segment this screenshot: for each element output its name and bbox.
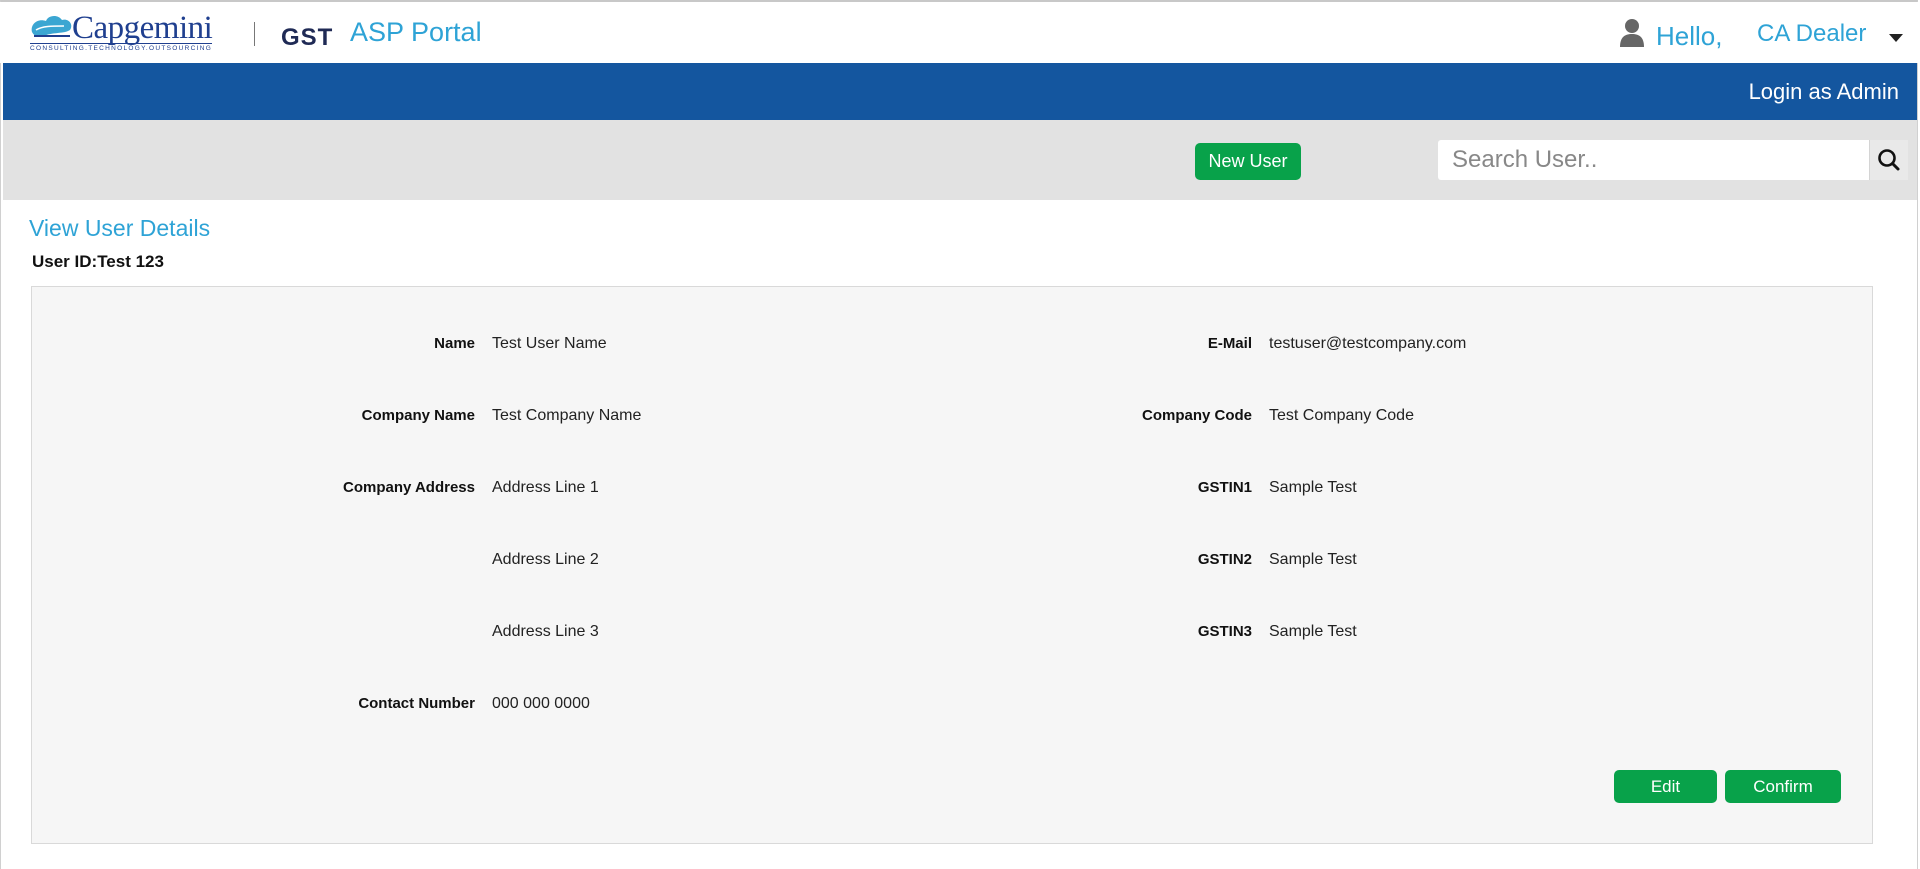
detail-label: GSTIN2	[1197, 551, 1252, 568]
detail-label: Name	[434, 335, 475, 352]
detail-label: E-Mail	[1207, 335, 1252, 352]
detail-value: 000 000 0000	[492, 695, 590, 712]
user-id: User ID:Test 123	[32, 252, 164, 272]
search-box	[1438, 140, 1908, 180]
greeting-text: Hello,	[1656, 21, 1723, 51]
page-title: View User Details	[29, 215, 211, 241]
detail-label: GSTIN3	[1197, 623, 1252, 640]
detail-label: Company Address	[343, 479, 475, 496]
search-icon	[1878, 149, 1900, 171]
detail-value: testuser@testcompany.com	[1269, 335, 1467, 352]
nav-bar: Login as Admin	[3, 63, 1917, 120]
capgemini-logo[interactable]: Capgemini CONSULTING.TECHNOLOGY.OUTSOURC…	[28, 10, 216, 54]
toolbar: New User	[3, 120, 1917, 200]
user-name[interactable]: CA Dealer	[1757, 20, 1866, 48]
detail-value: Test User Name	[492, 335, 607, 352]
new-user-button[interactable]: New User	[1195, 143, 1301, 180]
caret-down-icon[interactable]	[1889, 34, 1903, 42]
detail-value: Address Line 3	[492, 623, 599, 640]
detail-label: Company Code	[1141, 407, 1252, 424]
detail-value: Test Company Name	[492, 407, 642, 424]
detail-value: Sample Test	[1269, 623, 1357, 640]
detail-value: Sample Test	[1269, 551, 1357, 568]
portal-name: ASP Portal	[350, 17, 482, 47]
person-icon	[1620, 19, 1644, 47]
product-name: GST	[281, 24, 334, 51]
detail-value: Test Company Code	[1269, 407, 1414, 424]
login-as-admin-link[interactable]: Login as Admin	[1749, 79, 1899, 105]
logo-spade-icon	[31, 15, 72, 37]
search-button[interactable]	[1869, 140, 1908, 180]
edit-button[interactable]: Edit	[1614, 770, 1717, 803]
detail-label: Company Name	[361, 407, 475, 424]
user-id-value: Test 123	[97, 252, 164, 271]
user-details-panel: Name Test User Name Company Name Test Co…	[31, 286, 1873, 844]
detail-label: GSTIN1	[1197, 479, 1252, 496]
detail-value: Sample Test	[1269, 479, 1357, 496]
detail-value: Address Line 2	[492, 551, 599, 568]
logo-wordmark: Capgemini	[72, 10, 213, 46]
top-header: Capgemini CONSULTING.TECHNOLOGY.OUTSOURC…	[0, 2, 1920, 63]
logo-tagline: CONSULTING.TECHNOLOGY.OUTSOURCING	[30, 43, 213, 52]
header-divider	[254, 22, 255, 46]
confirm-button[interactable]: Confirm	[1725, 770, 1841, 803]
search-input[interactable]	[1438, 140, 1866, 180]
user-id-label: User ID:	[32, 252, 98, 271]
detail-label: Contact Number	[358, 695, 475, 712]
detail-value: Address Line 1	[492, 479, 599, 496]
